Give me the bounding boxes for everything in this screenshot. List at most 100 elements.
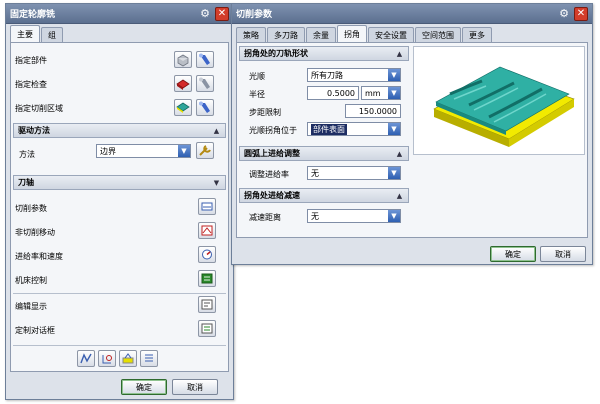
verify-icon	[122, 353, 134, 364]
edit-display-button[interactable]	[198, 296, 216, 313]
chevron-up-icon[interactable]: ▲	[394, 49, 405, 59]
adjust-feed-row: 调整进给率	[249, 169, 289, 180]
tab-main[interactable]: 主要	[10, 25, 40, 42]
right-ok-button[interactable]: 确定	[490, 246, 536, 262]
customize-dialog-icon	[201, 323, 213, 334]
tab-more[interactable]: 更多	[462, 27, 492, 42]
drive-method-select[interactable]: 边界 ▼	[96, 144, 191, 158]
corner-shape-title: 拐角处的刀轨形状	[244, 49, 308, 58]
adjust-feed-select[interactable]: 无 ▼	[307, 166, 401, 180]
chevron-down-icon[interactable]: ▼	[388, 123, 400, 135]
slowdown-distance-label: 减速距离	[249, 213, 281, 222]
right-dialog-title: 切削参数	[236, 10, 273, 20]
edit-display-label: 编辑显示	[15, 302, 47, 311]
select-part-button[interactable]	[174, 51, 192, 68]
left-tabs: 主要 组	[6, 24, 233, 42]
specify-part-label: 指定部件	[15, 56, 47, 65]
select-cut-area-button[interactable]	[174, 99, 192, 116]
adjust-feed-value: 无	[311, 168, 319, 178]
generate-toolpath-button[interactable]	[77, 350, 95, 367]
machine-control-label: 机床控制	[15, 276, 47, 285]
adjust-feed-label: 调整进给率	[249, 170, 289, 179]
radius-unit-select[interactable]: mm ▼	[361, 86, 401, 100]
flashlight-icon	[199, 77, 210, 89]
verify-toolpath-button[interactable]	[119, 350, 137, 367]
step-limit-row: 步距限制	[249, 107, 281, 118]
generate-icon	[80, 353, 92, 364]
drive-method-header[interactable]: 驱动方法 ▲	[13, 123, 226, 138]
step-limit-value: 150.0000	[358, 106, 397, 116]
cutting-params-button[interactable]	[198, 198, 216, 215]
machine-control-button[interactable]	[198, 270, 216, 287]
customize-dialog-label: 定制对话框	[15, 326, 55, 335]
chevron-down-icon[interactable]: ▼	[178, 145, 190, 157]
smooth-value: 所有刀路	[311, 70, 343, 80]
right-main-panel: 拐角处的刀轨形状 ▲ 光顺 所有刀路 ▼ 半径 0.5000 mm ▼ 步距限制…	[236, 42, 588, 238]
flashlight-icon	[199, 53, 210, 65]
chevron-up-icon[interactable]: ▲	[211, 126, 222, 136]
chevron-down-icon[interactable]: ▼	[388, 210, 400, 222]
tab-group[interactable]: 组	[41, 27, 63, 42]
step-limit-input[interactable]: 150.0000	[345, 104, 401, 118]
machine-control-row: 机床控制	[15, 275, 47, 286]
chevron-up-icon[interactable]: ▲	[394, 149, 405, 159]
feeds-speeds-button[interactable]	[198, 246, 216, 263]
flashlight-icon	[199, 101, 210, 113]
chevron-down-icon[interactable]: ▼	[388, 167, 400, 179]
divider	[13, 345, 226, 346]
replay-toolpath-button[interactable]	[98, 350, 116, 367]
list-toolpath-button[interactable]	[140, 350, 158, 367]
close-icon[interactable]: ✕	[215, 6, 229, 21]
radius-label: 半径	[249, 90, 265, 99]
edit-check-flashlight-button[interactable]	[196, 75, 214, 92]
arc-feed-header[interactable]: 圆弧上进给调整 ▲	[239, 146, 409, 161]
corner-shape-header[interactable]: 拐角处的刀轨形状 ▲	[239, 46, 409, 61]
non-cutting-moves-button[interactable]	[198, 222, 216, 239]
right-titlebar: 切削参数 ⚙ ✕	[232, 4, 592, 24]
machine-control-icon	[201, 273, 213, 284]
slowdown-distance-select[interactable]: 无 ▼	[307, 209, 401, 223]
smooth-label: 光顺	[249, 72, 265, 81]
tab-stock[interactable]: 余量	[306, 27, 336, 42]
settings-gear-icon[interactable]: ⚙	[198, 7, 212, 21]
corner-position-select[interactable]: 部件表面 ▼	[307, 122, 401, 136]
chevron-up-icon[interactable]: ▲	[394, 191, 405, 201]
tab-safety[interactable]: 安全设置	[368, 27, 414, 42]
chevron-down-icon[interactable]: ▼	[388, 87, 400, 99]
smooth-select[interactable]: 所有刀路 ▼	[307, 68, 401, 82]
close-icon[interactable]: ✕	[574, 6, 588, 21]
arc-feed-title: 圆弧上进给调整	[244, 149, 300, 158]
non-cutting-moves-label: 非切削移动	[15, 228, 55, 237]
wrench-icon	[199, 145, 211, 156]
customize-dialog-button[interactable]	[198, 320, 216, 337]
edit-display-row: 编辑显示	[15, 301, 47, 312]
tab-strategy[interactable]: 策略	[236, 27, 266, 42]
left-ok-button[interactable]: 确定	[121, 379, 167, 395]
smooth-row: 光顺	[249, 71, 265, 82]
select-check-button[interactable]	[174, 75, 192, 92]
edit-part-flashlight-button[interactable]	[196, 51, 214, 68]
drive-method-title: 驱动方法	[18, 126, 50, 135]
chevron-down-icon[interactable]: ▼	[211, 178, 222, 188]
slowdown-header[interactable]: 拐角处进给减速 ▲	[239, 188, 409, 203]
specify-part-row: 指定部件	[15, 55, 47, 66]
tab-multiple-passes[interactable]: 多刀路	[267, 27, 305, 42]
tool-axis-header[interactable]: 刀轴 ▼	[13, 175, 226, 190]
list-icon	[145, 354, 153, 362]
edit-cut-area-flashlight-button[interactable]	[196, 99, 214, 116]
tab-corners[interactable]: 拐角	[337, 25, 367, 42]
right-cancel-button[interactable]: 取消	[540, 246, 586, 262]
left-cancel-button[interactable]: 取消	[172, 379, 218, 395]
chevron-down-icon[interactable]: ▼	[388, 69, 400, 81]
radius-input[interactable]: 0.5000	[307, 86, 359, 100]
edit-drive-method-button[interactable]	[196, 142, 214, 159]
tab-spatial-range[interactable]: 空间范围	[415, 27, 461, 42]
slowdown-title: 拐角处进给减速	[244, 191, 300, 200]
drive-method-value: 边界	[100, 146, 116, 156]
part-cube-icon	[177, 54, 189, 67]
method-row: 方法	[19, 149, 35, 160]
settings-gear-icon[interactable]: ⚙	[557, 7, 571, 21]
method-label: 方法	[19, 150, 35, 159]
radius-value: 0.5000	[327, 88, 355, 98]
specify-cut-area-row: 指定切削区域	[15, 103, 63, 114]
